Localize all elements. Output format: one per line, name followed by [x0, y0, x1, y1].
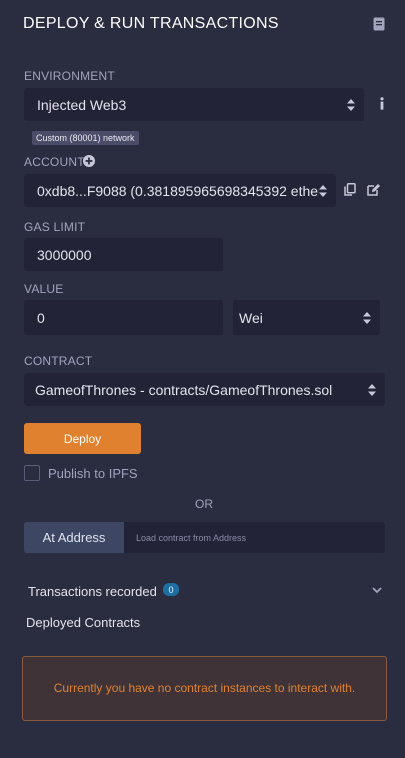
- network-badge: Custom (80001) network: [32, 131, 139, 145]
- book-icon[interactable]: [373, 17, 385, 31]
- chevron-down-icon[interactable]: [372, 587, 382, 594]
- gas-limit-input[interactable]: 3000000: [24, 238, 223, 271]
- environment-label: ENVIRONMENT: [24, 69, 115, 83]
- account-select[interactable]: 0xdb8...F9088 (0.381895965698345392 ethe…: [24, 174, 336, 207]
- contract-label: CONTRACT: [24, 354, 93, 368]
- gas-limit-label: GAS LIMIT: [24, 220, 86, 234]
- environment-value: Injected Web3: [37, 96, 127, 113]
- page-title: DEPLOY & RUN TRANSACTIONS: [23, 15, 279, 32]
- plus-circle-icon[interactable]: [83, 155, 95, 167]
- edit-icon[interactable]: [367, 183, 381, 196]
- account-label: ACCOUNT: [24, 155, 85, 169]
- transactions-count-badge: 0: [163, 583, 179, 596]
- environment-select[interactable]: Injected Web3: [24, 88, 364, 121]
- contract-select[interactable]: GameofThrones - contracts/GameofThrones.…: [24, 373, 385, 406]
- info-icon[interactable]: [379, 97, 385, 110]
- select-arrows-icon: [319, 184, 327, 197]
- contract-value: GameofThrones - contracts/GameofThrones.…: [35, 381, 333, 398]
- value-unit: Wei: [239, 309, 263, 326]
- publish-ipfs-label: Publish to IPFS: [48, 466, 138, 481]
- no-instances-message: Currently you have no contract instances…: [22, 656, 387, 721]
- copy-icon[interactable]: [344, 183, 356, 196]
- select-arrows-icon: [368, 383, 376, 396]
- gas-limit-value: 3000000: [37, 246, 92, 263]
- value-input[interactable]: 0: [24, 300, 223, 335]
- select-arrows-icon: [363, 311, 371, 324]
- publish-ipfs-checkbox[interactable]: [24, 465, 40, 481]
- select-arrows-icon: [347, 98, 355, 111]
- at-address-input[interactable]: Load contract from Address: [124, 522, 385, 553]
- at-address-button[interactable]: At Address: [24, 522, 124, 553]
- deploy-button[interactable]: Deploy: [24, 423, 141, 454]
- value-amount: 0: [37, 309, 45, 326]
- or-separator: OR: [195, 497, 213, 511]
- account-value: 0xdb8...F9088 (0.381895965698345392 ethe…: [37, 182, 319, 199]
- value-label: VALUE: [24, 282, 64, 296]
- deployed-contracts-label: Deployed Contracts: [26, 615, 141, 630]
- transactions-recorded-label[interactable]: Transactions recorded: [28, 584, 157, 599]
- value-unit-select[interactable]: Wei: [233, 300, 380, 335]
